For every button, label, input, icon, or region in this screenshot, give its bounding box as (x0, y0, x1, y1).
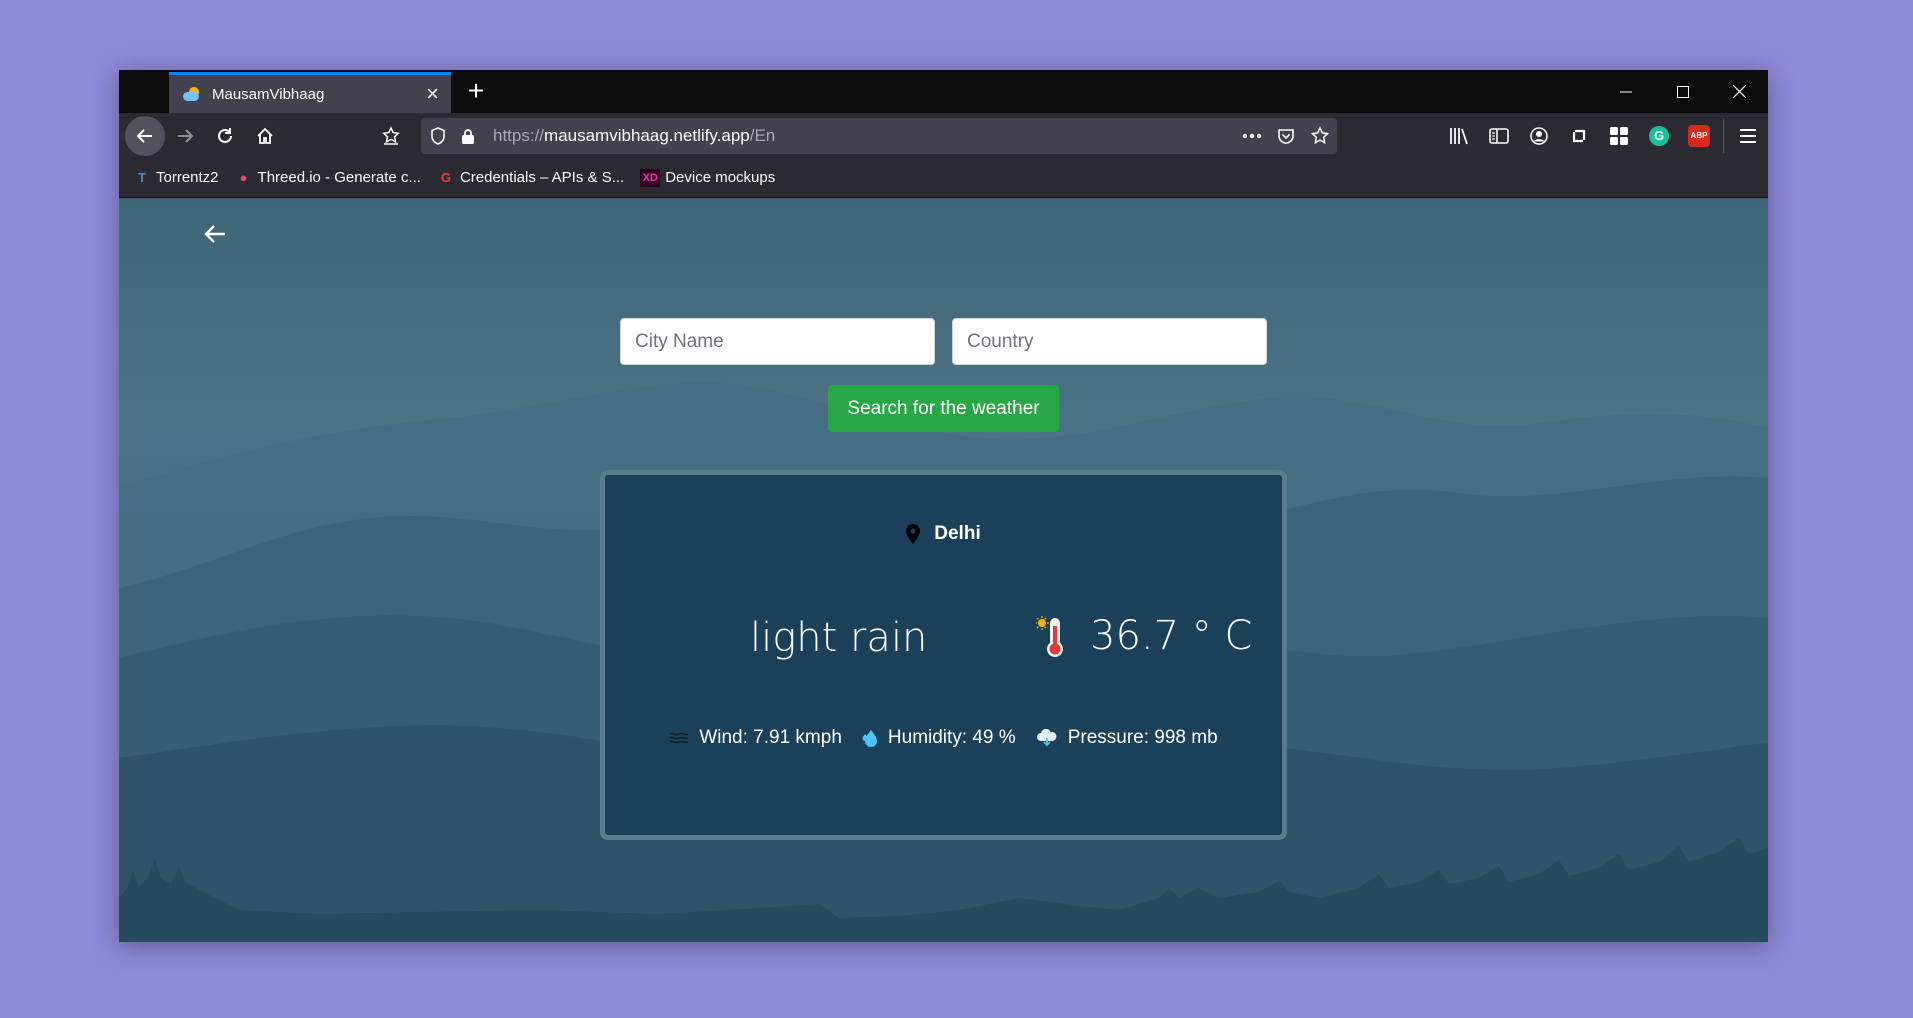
pressure-stat: Pressure: 998 mb (1036, 727, 1218, 749)
star-plus-icon (382, 126, 400, 145)
weather-card: Delhi light rain 36.7 ° C Wind: 7.91 kmp… (600, 470, 1287, 840)
page-actions-icon[interactable] (1235, 118, 1269, 154)
lock-icon[interactable] (455, 118, 481, 154)
toolbar-separator (1723, 118, 1724, 153)
library-icon[interactable] (1439, 113, 1479, 158)
bookmark-threed[interactable]: ● Threed.io - Generate c... (235, 169, 421, 187)
account-icon[interactable] (1519, 113, 1559, 158)
url-bar[interactable]: https://mausamvibhaag.netlify.app/En (421, 118, 1337, 154)
location-row: Delhi (605, 523, 1282, 545)
close-icon (1733, 85, 1746, 98)
toolbar-right: G ABP (1439, 113, 1768, 158)
reload-icon (218, 128, 232, 143)
back-arrow-icon (136, 129, 152, 143)
page-back-button[interactable] (197, 216, 233, 252)
navigation-toolbar: https://mausamvibhaag.netlify.app/En G A… (119, 113, 1768, 158)
city-name-input[interactable] (620, 318, 935, 365)
cloud-pressure-icon (1036, 729, 1058, 747)
grammarly-icon[interactable]: G (1639, 113, 1679, 158)
bookmark-device-mockups[interactable]: XD Device mockups (640, 168, 775, 187)
maximize-icon (1676, 85, 1689, 98)
weather-favicon-icon (181, 86, 201, 102)
shield-icon[interactable] (421, 118, 455, 154)
minimize-icon (1619, 91, 1632, 92)
arrow-left-icon (204, 225, 225, 243)
water-drop-icon (862, 728, 878, 748)
page-content: Search for the weather Delhi light rain … (119, 198, 1768, 942)
torrentz-icon: T (138, 170, 146, 185)
tab-title: MausamVibhaag (212, 85, 325, 103)
menu-hamburger-icon[interactable] (1728, 113, 1768, 158)
threed-icon: ● (239, 170, 248, 185)
tab-bar: MausamVibhaag × + (119, 70, 1768, 113)
reload-button[interactable] (207, 118, 243, 154)
minimize-button[interactable] (1597, 70, 1654, 113)
weather-stats: Wind: 7.91 kmph Humidity: 49 % Pressure:… (605, 727, 1282, 749)
wind-stat: Wind: 7.91 kmph (669, 727, 842, 749)
humidity-stat: Humidity: 49 % (862, 727, 1016, 749)
home-button[interactable] (247, 118, 283, 154)
new-tab-button[interactable]: + (459, 74, 493, 108)
home-icon (257, 127, 273, 144)
extension-grid-icon[interactable] (1599, 113, 1639, 158)
window-controls (1597, 70, 1768, 113)
star-icon[interactable] (1303, 118, 1337, 154)
search-weather-button[interactable]: Search for the weather (828, 385, 1059, 432)
extension-loop-icon[interactable] (1559, 113, 1599, 158)
city-name: Delhi (934, 523, 981, 544)
maximize-button[interactable] (1654, 70, 1711, 113)
thermometer-icon (1036, 616, 1063, 657)
map-pin-icon (906, 524, 921, 544)
close-tab-icon[interactable]: × (426, 83, 439, 105)
wind-icon (669, 731, 689, 745)
pocket-icon[interactable] (1269, 118, 1303, 154)
google-icon: G (440, 170, 452, 185)
browser-window: MausamVibhaag × + https://mausamvibhaag.… (119, 70, 1768, 942)
bookmark-torrentz2[interactable]: T Torrentz2 (133, 169, 219, 187)
xd-icon: XD (640, 168, 661, 187)
sidebar-icon[interactable] (1479, 113, 1519, 158)
url-text[interactable]: https://mausamvibhaag.netlify.app/En (493, 126, 1235, 146)
bookmark-credentials[interactable]: G Credentials – APIs & S... (437, 169, 624, 187)
back-button[interactable] (125, 116, 165, 156)
temperature-row: 36.7 ° C (1036, 613, 1252, 659)
country-input[interactable] (952, 318, 1267, 365)
temperature-value: 36.7 ° C (1090, 613, 1253, 659)
weather-condition: light rain (750, 615, 928, 661)
bookmarks-toolbar: T Torrentz2 ● Threed.io - Generate c... … (119, 158, 1768, 198)
forward-arrow-icon (178, 129, 194, 143)
forward-button[interactable] (167, 118, 203, 154)
tab-mausamvibhaag[interactable]: MausamVibhaag × (169, 72, 451, 113)
close-window-button[interactable] (1711, 70, 1768, 113)
bookmark-page-button[interactable] (373, 118, 409, 154)
adblock-plus-icon[interactable]: ABP (1679, 113, 1719, 158)
